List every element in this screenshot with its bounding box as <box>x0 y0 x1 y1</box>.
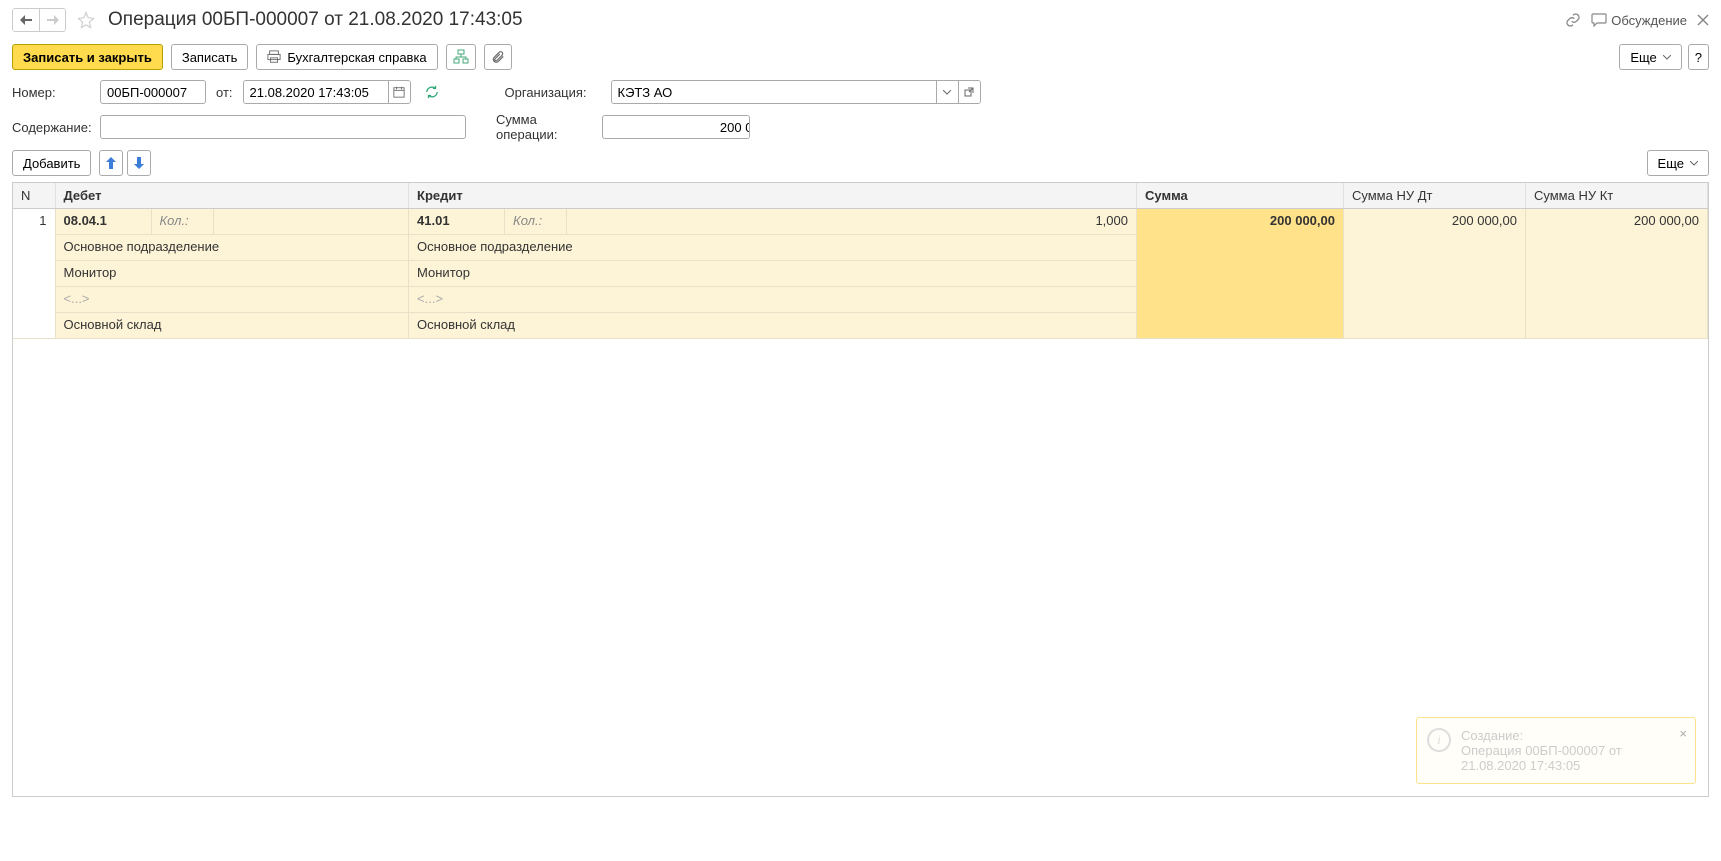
org-dropdown-button[interactable] <box>936 81 958 103</box>
paperclip-icon <box>491 50 505 64</box>
link-button[interactable] <box>1565 12 1581 28</box>
cell-n[interactable]: 1 <box>13 209 55 339</box>
th-sum[interactable]: Сумма <box>1137 183 1344 209</box>
cell-sum-nu-dt[interactable]: 200 000,00 <box>1344 209 1526 339</box>
chevron-down-icon <box>943 90 951 95</box>
cell-sum[interactable]: 200 000,00 <box>1137 209 1344 339</box>
from-label: от: <box>216 85 233 100</box>
table-container: N Дебет Кредит Сумма Сумма НУ Дт Сумма Н… <box>12 182 1709 797</box>
table-toolbar: Добавить Еще <box>12 150 1709 176</box>
favorite-button[interactable] <box>74 8 98 32</box>
org-field[interactable] <box>612 81 936 103</box>
print-icon <box>267 50 281 64</box>
table-row[interactable]: 1 08.04.1 Кол.: 41.01 Кол.: 1,000 200 00… <box>13 209 1708 235</box>
close-icon <box>1697 14 1709 26</box>
table-more-label: Еще <box>1658 156 1684 171</box>
arrow-right-icon <box>47 15 59 25</box>
th-credit[interactable]: Кредит <box>409 183 1137 209</box>
more-button[interactable]: Еще <box>1619 44 1681 70</box>
accounting-ref-button[interactable]: Бухгалтерская справка <box>256 44 437 70</box>
cell-sum-nu-kt[interactable]: 200 000,00 <box>1526 209 1708 339</box>
sum-label: Сумма операции: <box>496 112 592 142</box>
cell-debit-qty-label[interactable]: Кол.: <box>151 209 213 235</box>
cell-credit-qty-label[interactable]: Кол.: <box>505 209 567 235</box>
cell-credit-qty-value[interactable]: 1,000 <box>567 209 1137 235</box>
sum-field[interactable] <box>603 116 750 138</box>
th-sum-nu-dt[interactable]: Сумма НУ Дт <box>1344 183 1526 209</box>
close-button[interactable] <box>1697 14 1709 26</box>
postings-table: N Дебет Кредит Сумма Сумма НУ Дт Сумма Н… <box>13 183 1708 339</box>
cell-credit-sub4[interactable]: Основной склад <box>409 313 1137 339</box>
cell-debit-sub4[interactable]: Основной склад <box>55 313 409 339</box>
notification-text: Операция 00БП-000007 от 21.08.2020 17:43… <box>1461 743 1667 773</box>
cell-credit-sub3[interactable]: <...> <box>409 287 1137 313</box>
calendar-icon <box>393 86 405 98</box>
move-up-button[interactable] <box>99 150 123 176</box>
more-label: Еще <box>1630 50 1656 65</box>
th-n[interactable]: N <box>13 183 55 209</box>
chevron-down-icon <box>1690 161 1698 166</box>
content-field[interactable] <box>100 115 466 139</box>
back-button[interactable] <box>13 9 39 31</box>
page-title: Операция 00БП-000007 от 21.08.2020 17:43… <box>108 9 523 31</box>
form-row-1: Номер: от: Организация: <box>12 80 1709 104</box>
notification-close-button[interactable]: × <box>1679 726 1687 741</box>
link-icon <box>1565 12 1581 28</box>
number-label: Номер: <box>12 85 90 100</box>
nav-group <box>12 8 66 32</box>
sum-group <box>602 115 750 139</box>
structure-button[interactable] <box>446 44 476 70</box>
cell-debit-qty-value[interactable] <box>213 209 409 235</box>
notification-toast: i × Создание: Операция 00БП-000007 от 21… <box>1416 717 1696 784</box>
content-label: Содержание: <box>12 120 90 135</box>
refresh-date-button[interactable] <box>425 85 439 99</box>
th-sum-nu-kt[interactable]: Сумма НУ Кт <box>1526 183 1708 209</box>
header-bar: Операция 00БП-000007 от 21.08.2020 17:43… <box>12 8 1709 32</box>
attach-button[interactable] <box>484 44 512 70</box>
org-label: Организация: <box>505 85 601 100</box>
cell-debit-sub2[interactable]: Монитор <box>55 261 409 287</box>
discussion-button[interactable]: Обсуждение <box>1591 13 1687 28</box>
forward-button[interactable] <box>39 9 65 31</box>
table-header-row: N Дебет Кредит Сумма Сумма НУ Дт Сумма Н… <box>13 183 1708 209</box>
arrow-left-icon <box>20 15 32 25</box>
cell-credit-sub1[interactable]: Основное подразделение <box>409 235 1137 261</box>
date-group <box>243 80 411 104</box>
number-field[interactable] <box>100 80 206 104</box>
help-button[interactable]: ? <box>1688 44 1709 70</box>
refresh-icon <box>425 85 439 99</box>
star-icon <box>77 11 95 29</box>
main-toolbar: Записать и закрыть Записать Бухгалтерска… <box>12 44 1709 70</box>
date-field[interactable] <box>244 81 388 103</box>
arrow-down-icon <box>134 157 144 169</box>
org-open-button[interactable] <box>958 81 980 103</box>
add-button[interactable]: Добавить <box>12 150 91 176</box>
structure-icon <box>453 49 469 65</box>
discussion-label: Обсуждение <box>1611 13 1687 28</box>
cell-debit-account[interactable]: 08.04.1 <box>55 209 151 235</box>
cell-credit-sub2[interactable]: Монитор <box>409 261 1137 287</box>
table-more-button[interactable]: Еще <box>1647 150 1709 176</box>
cell-credit-account[interactable]: 41.01 <box>409 209 505 235</box>
chevron-down-icon <box>1663 55 1671 60</box>
cell-debit-sub3[interactable]: <...> <box>55 287 409 313</box>
info-icon: i <box>1427 728 1451 752</box>
arrow-up-icon <box>106 157 116 169</box>
save-close-button[interactable]: Записать и закрыть <box>12 44 163 70</box>
chat-icon <box>1591 13 1607 27</box>
cell-debit-sub1[interactable]: Основное подразделение <box>55 235 409 261</box>
th-debit[interactable]: Дебет <box>55 183 409 209</box>
open-icon <box>964 87 974 97</box>
save-button[interactable]: Записать <box>171 44 249 70</box>
move-down-button[interactable] <box>127 150 151 176</box>
calendar-button[interactable] <box>388 81 410 103</box>
notification-title: Создание: <box>1461 728 1667 743</box>
accounting-ref-label: Бухгалтерская справка <box>287 50 426 65</box>
org-group <box>611 80 981 104</box>
form-row-2: Содержание: Сумма операции: <box>12 112 1709 142</box>
